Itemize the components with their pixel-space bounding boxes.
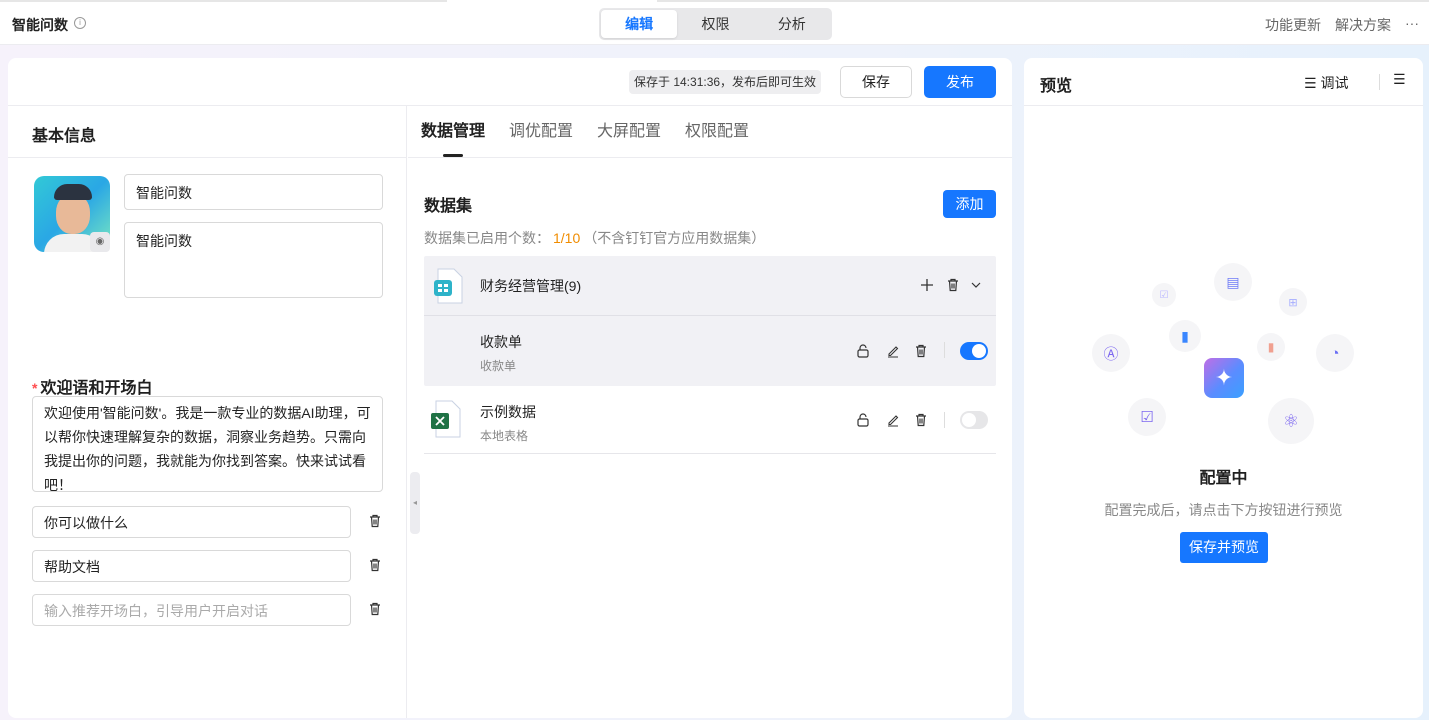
basic-info-title: 基本信息 (8, 106, 406, 158)
dataset-name: 收款单 (480, 334, 522, 350)
divider (944, 412, 945, 428)
more-icon[interactable]: ··· (1405, 15, 1419, 35)
tab-tuning[interactable]: 调优配置 (509, 106, 573, 157)
unlock-icon[interactable] (856, 344, 870, 358)
tab-dashboard[interactable]: 大屏配置 (597, 106, 661, 157)
edit-icon[interactable] (886, 413, 900, 427)
dataset-item[interactable]: 示例数据 本地表格 (424, 386, 996, 454)
menu-icon[interactable]: ☰ (1393, 71, 1406, 88)
chevron-down-icon[interactable] (970, 279, 982, 291)
translate-icon: Ⓐ (1092, 334, 1130, 372)
excel-file-icon (431, 400, 461, 438)
dataset-sub: 本地表格 (480, 429, 529, 443)
tab-permission[interactable]: 权限 (677, 10, 753, 38)
add-dataset-button[interactable]: 添加 (943, 190, 996, 218)
edit-icon[interactable] (886, 344, 900, 358)
divider (944, 342, 945, 358)
preview-state-title: 配置中 (1199, 470, 1248, 487)
preview-header: 预览 ☰ 调试 ☰ (1024, 58, 1423, 106)
trash-icon[interactable] (946, 278, 960, 292)
dataset-group: 财务经营管理(9) 收款单 收款单 (424, 256, 996, 386)
tab-edit[interactable]: 编辑 (601, 10, 678, 38)
app-title: 智能问数 (12, 17, 68, 33)
magic-wand-icon: ✦ (1204, 358, 1244, 398)
save-status: 保存于 14:31:36，发布后即可生效 (629, 70, 822, 94)
checkbox-icon: ☑ (1152, 283, 1176, 307)
debug-icon: ☰ (1304, 75, 1321, 91)
welcome-textarea[interactable]: 欢迎使用'智能问数'。我是一款专业的数据AI助理，可以帮你快速理解复杂的数据，洞… (32, 396, 383, 493)
mode-switch: 编辑 权限 分析 (599, 8, 832, 40)
trash-icon[interactable] (368, 514, 382, 528)
description-input[interactable]: 智能问数 (124, 222, 383, 298)
welcome-title: * 欢迎语和开场白 (32, 380, 153, 397)
calendar-check-icon: ☑ (1128, 398, 1166, 436)
tab-data-management[interactable]: 数据管理 (421, 106, 485, 157)
dataset-toggle-off[interactable] (960, 411, 988, 429)
dataset-toggle-on[interactable] (960, 342, 988, 360)
tab-analysis[interactable]: 分析 (754, 10, 830, 38)
plus-icon[interactable] (920, 278, 934, 292)
preview-title: 预览 (1040, 78, 1073, 95)
prompt-input[interactable]: 你可以做什么 (32, 506, 351, 538)
debug-button[interactable]: ☰ 调试 (1304, 73, 1348, 93)
apps-icon: ⊞ (1279, 288, 1307, 316)
pdf-icon: ▮ (1257, 333, 1285, 361)
save-bar: 保存于 14:31:36，发布后即可生效 保存 发布 (8, 58, 1012, 106)
config-tabs: 数据管理 调优配置 大屏配置 权限配置 (408, 106, 1012, 158)
preview-state-desc: 配置完成后，请点击下方按钮进行预览 (1104, 502, 1343, 518)
divider (1379, 74, 1380, 90)
group-name: 财务经营管理(9) (480, 278, 582, 294)
top-divider-gap (447, 0, 657, 2)
camera-icon[interactable]: ◉ (90, 232, 110, 252)
dataset-file-icon (434, 268, 463, 304)
name-input[interactable]: 智能问数 (124, 174, 383, 210)
publish-button[interactable]: 发布 (924, 66, 996, 98)
info-icon[interactable]: i (74, 17, 86, 29)
prompt-input-empty[interactable]: 输入推荐开场白，引导用户开启对话 (32, 594, 351, 626)
editor-card: 保存于 14:31:36，发布后即可生效 保存 发布 基本信息 ◉ 智能问数 智… (8, 58, 1012, 718)
basic-info-panel: 基本信息 ◉ 智能问数 智能问数 * 欢迎语和开场白 欢迎使用'智能问数'。我是一… (8, 106, 407, 718)
config-panel: 数据管理 调优配置 大屏配置 权限配置 数据集 添加 数据集已启用个数： 1/10… (408, 106, 1012, 718)
trash-icon[interactable] (368, 558, 382, 572)
group-header[interactable]: 财务经营管理(9) (424, 256, 996, 316)
dataset-title: 数据集 (424, 198, 473, 215)
dataset-sub: 收款单 (480, 359, 517, 373)
unlock-icon[interactable] (856, 413, 870, 427)
trash-icon[interactable] (914, 344, 928, 358)
dataset-name: 示例数据 (480, 404, 536, 420)
save-and-preview-button[interactable]: 保存并预览 (1180, 532, 1268, 563)
feature-updates-link[interactable]: 功能更新 (1265, 15, 1321, 35)
dataset-item[interactable]: 收款单 收款单 (424, 316, 996, 386)
prompt-input[interactable]: 帮助文档 (32, 550, 351, 582)
required-mark: * (32, 380, 38, 396)
trash-icon[interactable] (914, 413, 928, 427)
preview-card: 预览 ☰ 调试 ☰ ▤ ☑ ⊞ ▮ ▮ Ⓐ ◔ ✦ ☑ ⚛ 配置中 配置完成后，… (1024, 58, 1423, 718)
trash-icon[interactable] (368, 602, 382, 616)
dataset-count: 数据集已启用个数： 1/10 （不含钉钉官方应用数据集） (424, 230, 766, 246)
solutions-link[interactable]: 解决方案 (1335, 15, 1391, 35)
pie-chart-icon: ◔ (1316, 334, 1354, 372)
save-button[interactable]: 保存 (840, 66, 912, 98)
tab-permission-config[interactable]: 权限配置 (685, 106, 749, 157)
doc-icon: ▤ (1214, 263, 1252, 301)
top-bar: 智能问数 i 编辑 权限 分析 功能更新 解决方案 ··· (0, 0, 1429, 45)
cloud-doc-icon: ▮ (1169, 320, 1201, 352)
atom-icon: ⚛ (1268, 398, 1314, 444)
top-divider (0, 0, 1429, 2)
